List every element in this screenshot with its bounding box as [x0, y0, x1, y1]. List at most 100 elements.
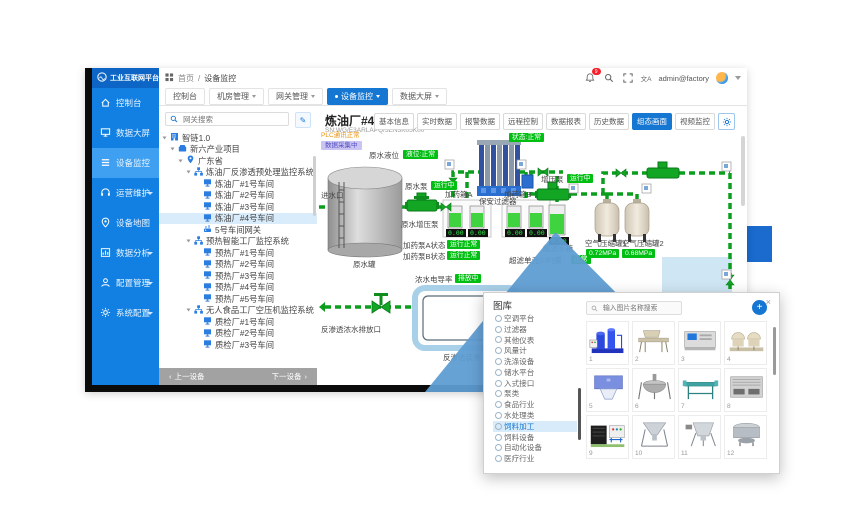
tree-edit-button[interactable]: ✎: [295, 112, 311, 128]
tree-node-15[interactable]: 无人食品工厂空压机监控系统: [159, 305, 317, 317]
tree-node-icon: [203, 293, 212, 304]
gallery-tile-7[interactable]: 7: [678, 368, 721, 412]
gallery-list-scrollbar[interactable]: [578, 388, 581, 440]
sidebar-item-4[interactable]: 设备地图: [92, 208, 159, 238]
tree-node-10[interactable]: 预热厂#1号车间: [159, 247, 317, 259]
user-name[interactable]: admin@factory: [658, 74, 709, 83]
tree-node-1[interactable]: 新六产业项目: [159, 144, 317, 156]
gallery-category-5[interactable]: 储水平台: [493, 367, 577, 378]
action-button-4[interactable]: 数据报表: [546, 113, 586, 130]
prev-device-button[interactable]: ‹ 上一设备: [169, 371, 205, 382]
gallery-category-13[interactable]: 医疗行业: [493, 453, 577, 463]
gallery-tile-9[interactable]: 9: [586, 415, 629, 459]
next-device-button[interactable]: 下一设备 ›: [272, 371, 308, 382]
tree-node-7[interactable]: 炼油厂#4号车间: [159, 213, 317, 225]
gallery-tile-1[interactable]: 1: [586, 321, 629, 365]
sidebar-item-6[interactable]: 配置管理: [92, 268, 159, 298]
language-icon[interactable]: 文A: [641, 73, 652, 83]
sidebar-item-7[interactable]: 系统配置: [92, 298, 159, 328]
tree-node-11[interactable]: 预热厂#2号车间: [159, 259, 317, 271]
action-button-7[interactable]: 视频监控: [675, 113, 715, 130]
fullscreen-icon[interactable]: [622, 72, 634, 84]
tree-node-0[interactable]: 智链1.0: [159, 132, 317, 144]
tree-node-18[interactable]: 质检厂#3号车间: [159, 339, 317, 350]
tree-expander[interactable]: [187, 309, 191, 312]
avatar[interactable]: [716, 72, 728, 84]
gallery-category-10[interactable]: 饲料加工: [493, 421, 577, 432]
tab-3[interactable]: 设备监控: [327, 88, 388, 105]
tree-node-16[interactable]: 质检厂#1号车间: [159, 316, 317, 328]
gallery-category-7[interactable]: 泵类: [493, 389, 577, 400]
sidebar-item-5[interactable]: 数据分析: [92, 238, 159, 268]
action-button-5[interactable]: 历史数据: [589, 113, 629, 130]
canvas-settings-gear-icon[interactable]: [718, 113, 735, 130]
gallery-tile-4[interactable]: 4: [724, 321, 767, 365]
gallery-category-0[interactable]: 空调平台: [493, 313, 577, 324]
breadcrumb-home[interactable]: 首页: [178, 73, 194, 84]
diagram-green-chip: 运行正常: [447, 251, 480, 260]
tab-1[interactable]: 机房管理: [209, 88, 264, 105]
gallery-search-input[interactable]: [601, 304, 677, 313]
gallery-tile-10[interactable]: 10: [632, 415, 675, 459]
gallery-tile-3[interactable]: 3: [678, 321, 721, 365]
gallery-category-4[interactable]: 洗涤设备: [493, 356, 577, 367]
notification-bell-icon[interactable]: 9: [584, 72, 596, 84]
tree-expander[interactable]: [179, 159, 183, 162]
action-button-6[interactable]: 组态画面: [632, 113, 672, 130]
gallery-tile-2[interactable]: 2: [632, 321, 675, 365]
action-button-0[interactable]: 基本信息: [374, 113, 414, 130]
tree-node-2[interactable]: 广东省: [159, 155, 317, 167]
gallery-tile-12[interactable]: 12: [724, 415, 767, 459]
action-button-1[interactable]: 实时数据: [417, 113, 457, 130]
sidebar-item-3[interactable]: 运营维护: [92, 178, 159, 208]
gallery-category-6[interactable]: 入式接口: [493, 378, 577, 389]
tab-4[interactable]: 数据大屏: [392, 88, 447, 105]
chevron-down-icon: [147, 192, 153, 195]
tile-number: 7: [681, 403, 685, 410]
sidebar-item-2[interactable]: 设备监控: [92, 148, 159, 178]
tree-node-9[interactable]: 预热智能工厂监控系统: [159, 236, 317, 248]
tree-node-icon: [178, 144, 187, 155]
tree-expander[interactable]: [187, 240, 191, 243]
tree-scrollbar[interactable]: [313, 156, 316, 216]
tree-node-12[interactable]: 预热厂#3号车间: [159, 270, 317, 282]
sidebar-item-1[interactable]: 数据大屏: [92, 118, 159, 148]
gallery-category-11[interactable]: 饲料设备: [493, 432, 577, 443]
user-menu-caret-icon[interactable]: [735, 76, 741, 80]
action-button-2[interactable]: 报警数据: [460, 113, 500, 130]
gallery-category-12[interactable]: 自动化设备: [493, 443, 577, 454]
sidebar-item-label: 运营维护: [116, 187, 150, 199]
gallery-category-9[interactable]: 水处理类: [493, 410, 577, 421]
gallery-tile-6[interactable]: 6: [632, 368, 675, 412]
tab-0[interactable]: 控制台: [165, 88, 205, 105]
tile-number: 10: [635, 450, 642, 457]
gallery-category-8[interactable]: 食品行业: [493, 399, 577, 410]
tree-expander[interactable]: [187, 171, 191, 174]
tab-2[interactable]: 网关管理: [268, 88, 323, 105]
apps-grid-icon[interactable]: [165, 73, 174, 84]
tree-node-5[interactable]: 炼油厂#2号车间: [159, 190, 317, 202]
gallery-tile-8[interactable]: 8: [724, 368, 767, 412]
search-icon[interactable]: [603, 72, 615, 84]
tree-node-8[interactable]: 5号车间网关: [159, 224, 317, 236]
canvas-scrollbar[interactable]: [741, 136, 745, 206]
gallery-add-button[interactable]: +: [752, 300, 767, 315]
gallery-category-2[interactable]: 其他仪表: [493, 335, 577, 346]
tree-node-4[interactable]: 炼油厂#1号车间: [159, 178, 317, 190]
gallery-category-3[interactable]: 风量计: [493, 345, 577, 356]
gallery-grid-scrollbar[interactable]: [773, 327, 776, 375]
tree-node-17[interactable]: 质检厂#2号车间: [159, 328, 317, 340]
action-button-3[interactable]: 远程控制: [503, 113, 543, 130]
gallery-tile-11[interactable]: 11: [678, 415, 721, 459]
tree-search-input[interactable]: [181, 114, 284, 125]
tree-node-3[interactable]: 炼油厂反渗透预处理监控系统: [159, 167, 317, 179]
tree-expander[interactable]: [171, 148, 175, 151]
navbar-right: 9 文A admin@factory: [584, 68, 741, 88]
gallery-tile-5[interactable]: 5: [586, 368, 629, 412]
tree-node-6[interactable]: 炼油厂#3号车间: [159, 201, 317, 213]
gallery-category-1[interactable]: 过滤器: [493, 324, 577, 335]
tree-expander[interactable]: [163, 136, 167, 139]
tree-node-14[interactable]: 预热厂#5号车间: [159, 293, 317, 305]
tree-node-13[interactable]: 预热厂#4号车间: [159, 282, 317, 294]
sidebar-item-0[interactable]: 控制台: [92, 88, 159, 118]
